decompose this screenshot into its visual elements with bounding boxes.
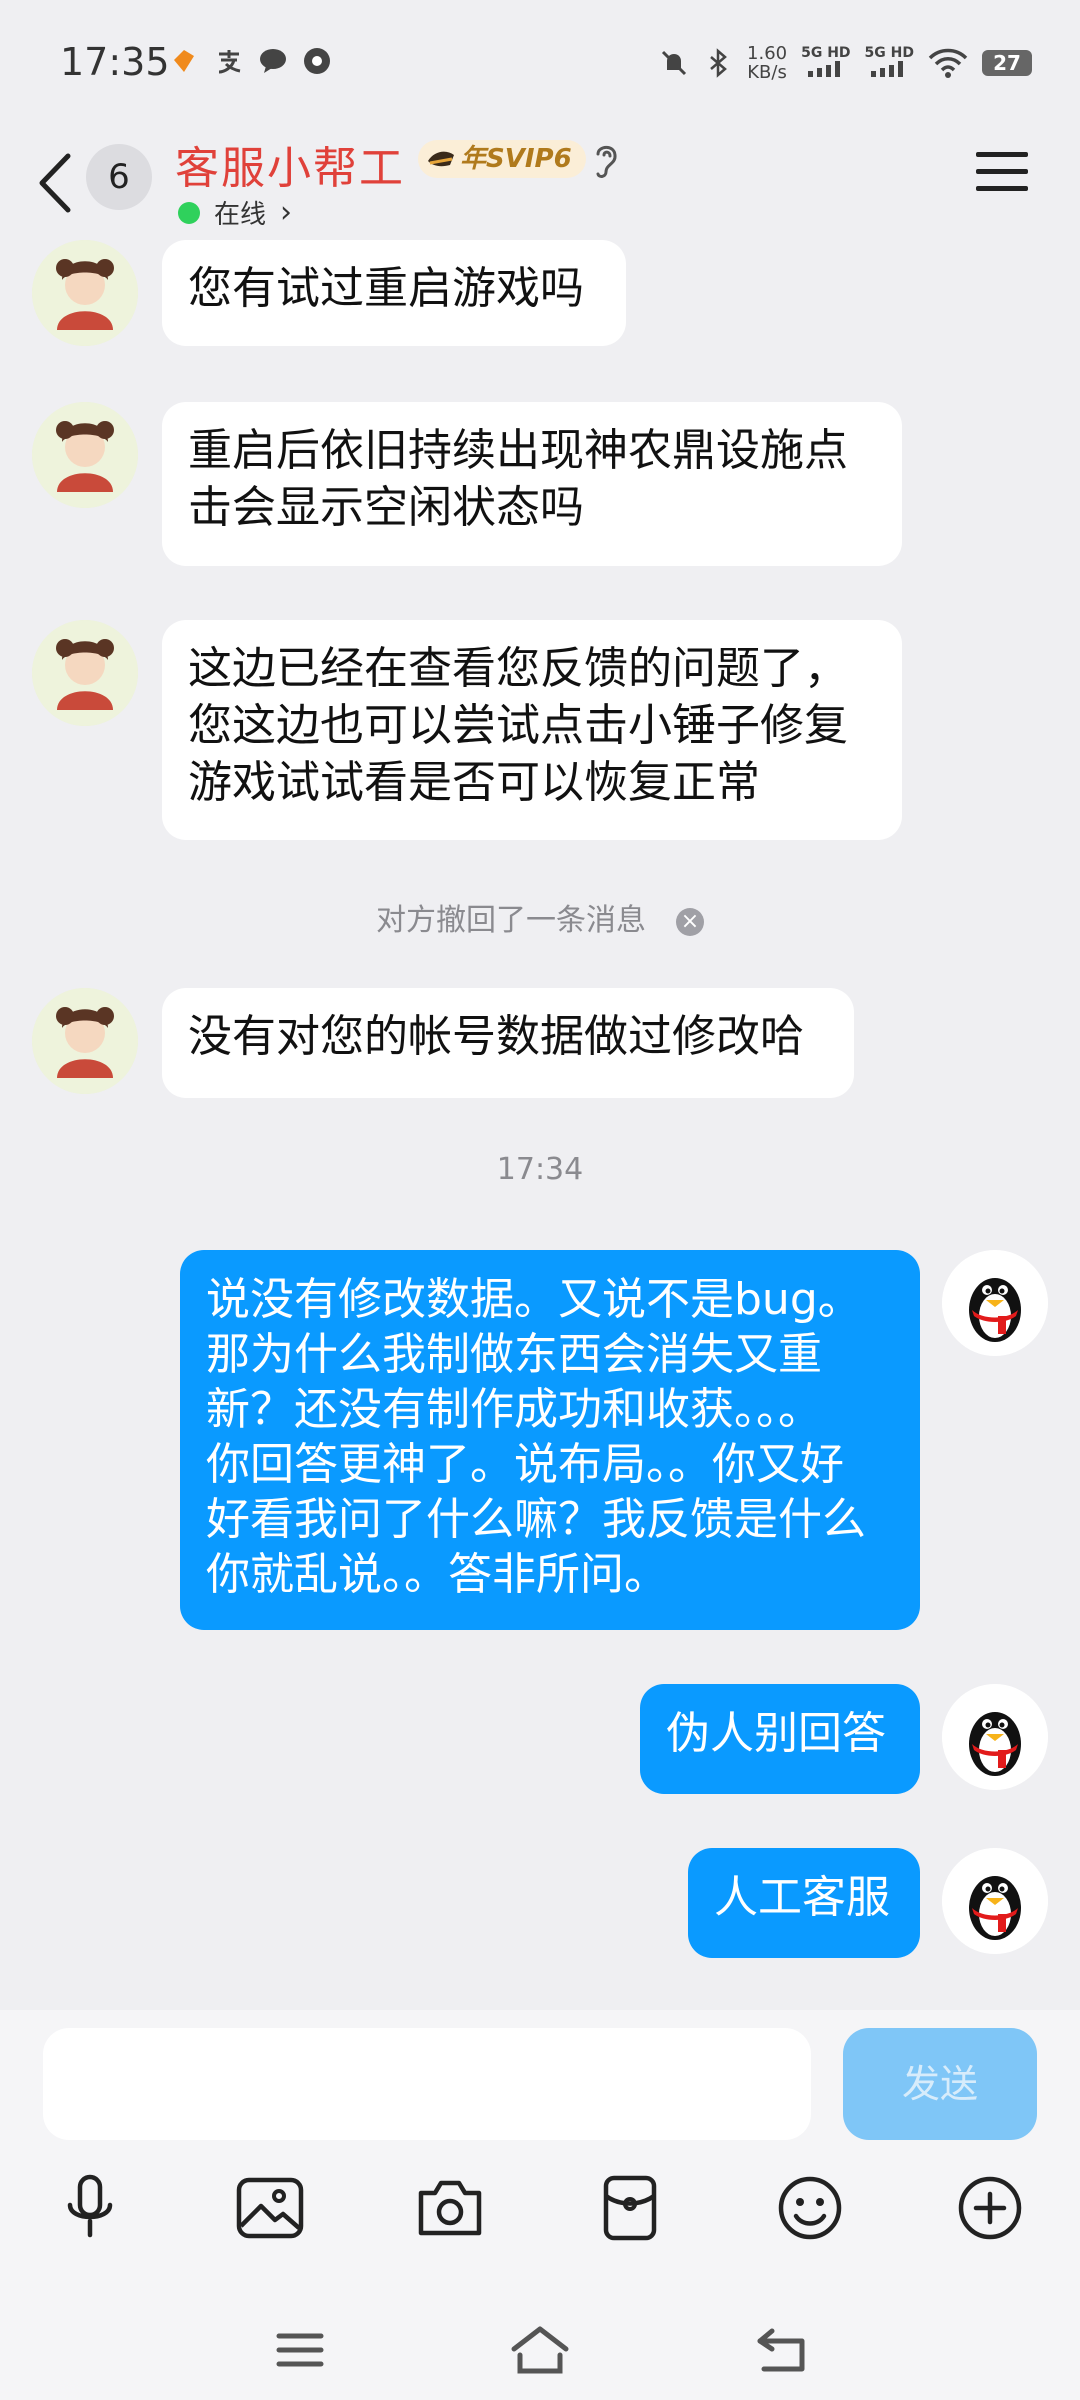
message-input[interactable]	[43, 2028, 811, 2140]
input-bar: 发送	[0, 2010, 1080, 2400]
emoji-icon[interactable]	[770, 2168, 850, 2248]
sim2-signal: 5G HD	[865, 45, 914, 81]
app-notification-icon	[170, 46, 200, 76]
agent-avatar[interactable]	[32, 620, 138, 726]
signal-bars-icon	[871, 61, 904, 77]
status-time: 17:35	[60, 40, 170, 84]
system-nav-bar	[0, 2310, 1080, 2400]
back-arrow-icon	[39, 153, 71, 213]
status-bar: 17:35 1.60 KB/s 5G HD 5G HD 27	[0, 0, 1080, 130]
user-avatar[interactable]	[942, 1848, 1048, 1954]
net-speed: 1.60 KB/s	[747, 43, 788, 83]
alipay-icon	[214, 46, 244, 76]
chat-area[interactable]: 您有试过重启游戏吗 重启后依旧持续出现神农鼎设施点 击会显示空闲状态吗 这边已经…	[0, 240, 1080, 2010]
camera-icon[interactable]	[410, 2168, 490, 2248]
agent-avatar[interactable]	[32, 240, 138, 346]
message-bubble[interactable]: 说没有修改数据。又说不是bug。 那为什么我制做东西会消失又重 新？还没有制作成…	[180, 1250, 920, 1630]
message-bubble[interactable]: 伪人别回答	[640, 1684, 920, 1794]
recall-notice: 对方撤回了一条消息 ×	[0, 895, 1080, 939]
music-icon	[302, 46, 332, 76]
send-button[interactable]: 发送	[843, 2028, 1037, 2140]
agent-avatar[interactable]	[32, 988, 138, 1094]
wifi-icon	[928, 48, 968, 78]
back-button[interactable]	[30, 148, 80, 218]
message-bubble[interactable]: 您有试过重启游戏吗	[162, 240, 626, 346]
recent-apps-icon[interactable]	[265, 2320, 335, 2380]
message-bubble[interactable]: 重启后依旧持续出现神农鼎设施点 击会显示空闲状态吗	[162, 402, 902, 566]
red-packet-icon[interactable]	[590, 2168, 670, 2248]
agent-avatar[interactable]	[32, 402, 138, 508]
signal-bars-icon	[807, 61, 840, 77]
microphone-icon[interactable]	[50, 2168, 130, 2248]
vip-badge[interactable]: 年SVIP6	[418, 140, 586, 178]
image-icon[interactable]	[230, 2168, 310, 2248]
message-timestamp: 17:34	[496, 1152, 584, 1187]
online-status[interactable]: 在线 ›	[178, 194, 292, 231]
crown-hat-icon	[428, 151, 454, 167]
message-bubble[interactable]: 没有对您的帐号数据做过修改哈	[162, 988, 854, 1098]
mute-icon	[659, 48, 689, 78]
battery-indicator: 27	[982, 50, 1032, 76]
sim1-signal: 5G HD	[801, 45, 851, 81]
user-avatar[interactable]	[942, 1684, 1048, 1790]
close-icon[interactable]: ×	[676, 907, 704, 936]
chevron-right-icon: ›	[280, 195, 293, 230]
message-icon	[258, 46, 288, 76]
menu-icon[interactable]	[976, 152, 1028, 196]
notification-icons	[170, 46, 332, 76]
ear-icon[interactable]	[590, 140, 622, 180]
input-toolbar	[0, 2168, 1080, 2258]
bluetooth-icon	[703, 48, 733, 78]
plus-icon[interactable]	[950, 2168, 1030, 2248]
home-icon[interactable]	[505, 2320, 575, 2380]
online-dot-icon	[178, 201, 200, 224]
message-bubble[interactable]: 人工客服	[688, 1848, 920, 1958]
unread-count-badge[interactable]: 6	[86, 144, 152, 210]
user-avatar[interactable]	[942, 1250, 1048, 1356]
status-right-icons: 1.60 KB/s 5G HD 5G HD 27	[659, 44, 1032, 82]
message-bubble[interactable]: 这边已经在查看您反馈的问题了， 您这边也可以尝试点击小锤子修复 游戏试试看是否可…	[162, 620, 902, 840]
contact-name[interactable]: 客服小帮工	[175, 132, 405, 196]
back-nav-icon[interactable]	[745, 2320, 815, 2380]
chat-header: 6 客服小帮工 年SVIP6 在线 ›	[0, 130, 1080, 240]
